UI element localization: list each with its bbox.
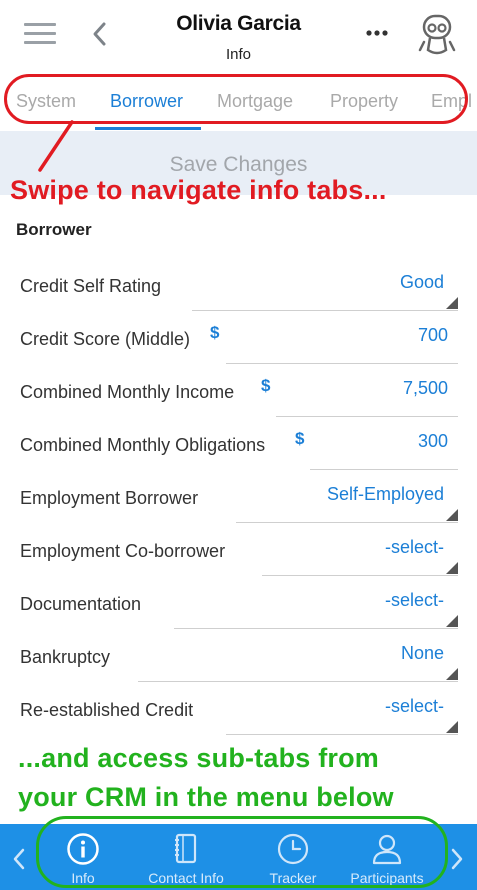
subtabs-callout-line2: your CRM in the menu below	[18, 782, 394, 812]
app-header: Olivia Garcia Info	[0, 0, 477, 75]
scroll-right-icon[interactable]	[448, 846, 466, 872]
currency-symbol: $	[210, 323, 220, 342]
combined-monthly-income-input[interactable]: 7,500	[276, 378, 458, 417]
section-title: Borrower	[16, 220, 92, 239]
field-employment-coborrower: Employment Co-borrower -select-	[0, 537, 477, 594]
employment-coborrower-select[interactable]: -select-	[262, 537, 458, 576]
page-subtitle: Info	[225, 46, 252, 63]
reestablished-credit-select[interactable]: -select-	[226, 696, 458, 735]
field-label: Combined Monthly Income	[20, 382, 235, 402]
dropdown-triangle-icon	[446, 721, 458, 733]
field-label: Employment Borrower	[20, 488, 199, 508]
field-documentation: Documentation -select-	[0, 590, 477, 647]
field-credit-self-rating: Credit Self Rating Good	[0, 272, 477, 329]
field-label: Combined Monthly Obligations	[20, 435, 266, 455]
dropdown-triangle-icon	[446, 562, 458, 574]
field-value: Self-Employed	[326, 484, 444, 504]
currency-symbol: $	[295, 429, 305, 448]
field-value: -select-	[384, 696, 444, 716]
field-value: 700	[417, 325, 448, 345]
field-label: Bankruptcy	[20, 647, 111, 667]
field-value: None	[400, 643, 444, 663]
field-label: Documentation	[20, 594, 142, 614]
field-value: 7,500	[402, 378, 448, 398]
subtabs-callout-line1: ...and access sub-tabs from	[18, 743, 380, 773]
credit-self-rating-select[interactable]: Good	[192, 272, 458, 311]
field-label: Credit Self Rating	[20, 276, 162, 296]
scroll-left-icon[interactable]	[10, 846, 28, 872]
field-value: -select-	[384, 537, 444, 557]
field-label: Credit Score (Middle)	[20, 329, 191, 349]
field-label: Employment Co-borrower	[20, 541, 226, 561]
field-bankruptcy: Bankruptcy None	[0, 643, 477, 700]
dropdown-triangle-icon	[446, 297, 458, 309]
robot-avatar-icon[interactable]	[418, 12, 456, 56]
field-value: 300	[417, 431, 448, 451]
combined-monthly-obligations-input[interactable]: 300	[310, 431, 458, 470]
field-employment-borrower: Employment Borrower Self-Employed	[0, 484, 477, 541]
bottom-nav-highlight-oval	[36, 816, 448, 888]
page-title: Olivia Garcia	[176, 12, 301, 35]
save-changes-button[interactable]: Save Changes	[0, 153, 477, 177]
dropdown-triangle-icon	[446, 615, 458, 627]
bankruptcy-select[interactable]: None	[138, 643, 458, 682]
employment-borrower-select[interactable]: Self-Employed	[236, 484, 458, 523]
field-combined-monthly-obligations: Combined Monthly Obligations $ 300	[0, 429, 477, 488]
currency-symbol: $	[261, 376, 271, 395]
documentation-select[interactable]: -select-	[174, 590, 458, 629]
field-label: Re-established Credit	[20, 700, 194, 720]
dropdown-triangle-icon	[446, 668, 458, 680]
active-tab-indicator	[95, 127, 201, 130]
dropdown-triangle-icon	[446, 509, 458, 521]
credit-score-input[interactable]: 700	[226, 325, 458, 364]
field-combined-monthly-income: Combined Monthly Income $ 7,500	[0, 376, 477, 435]
more-options-icon[interactable]	[364, 26, 392, 38]
swipe-callout: Swipe to navigate info tabs...	[10, 175, 387, 205]
field-credit-score: Credit Score (Middle) $ 700	[0, 323, 477, 382]
field-value: Good	[399, 272, 444, 292]
tabs-highlight-oval	[4, 74, 468, 124]
field-value: -select-	[384, 590, 444, 610]
